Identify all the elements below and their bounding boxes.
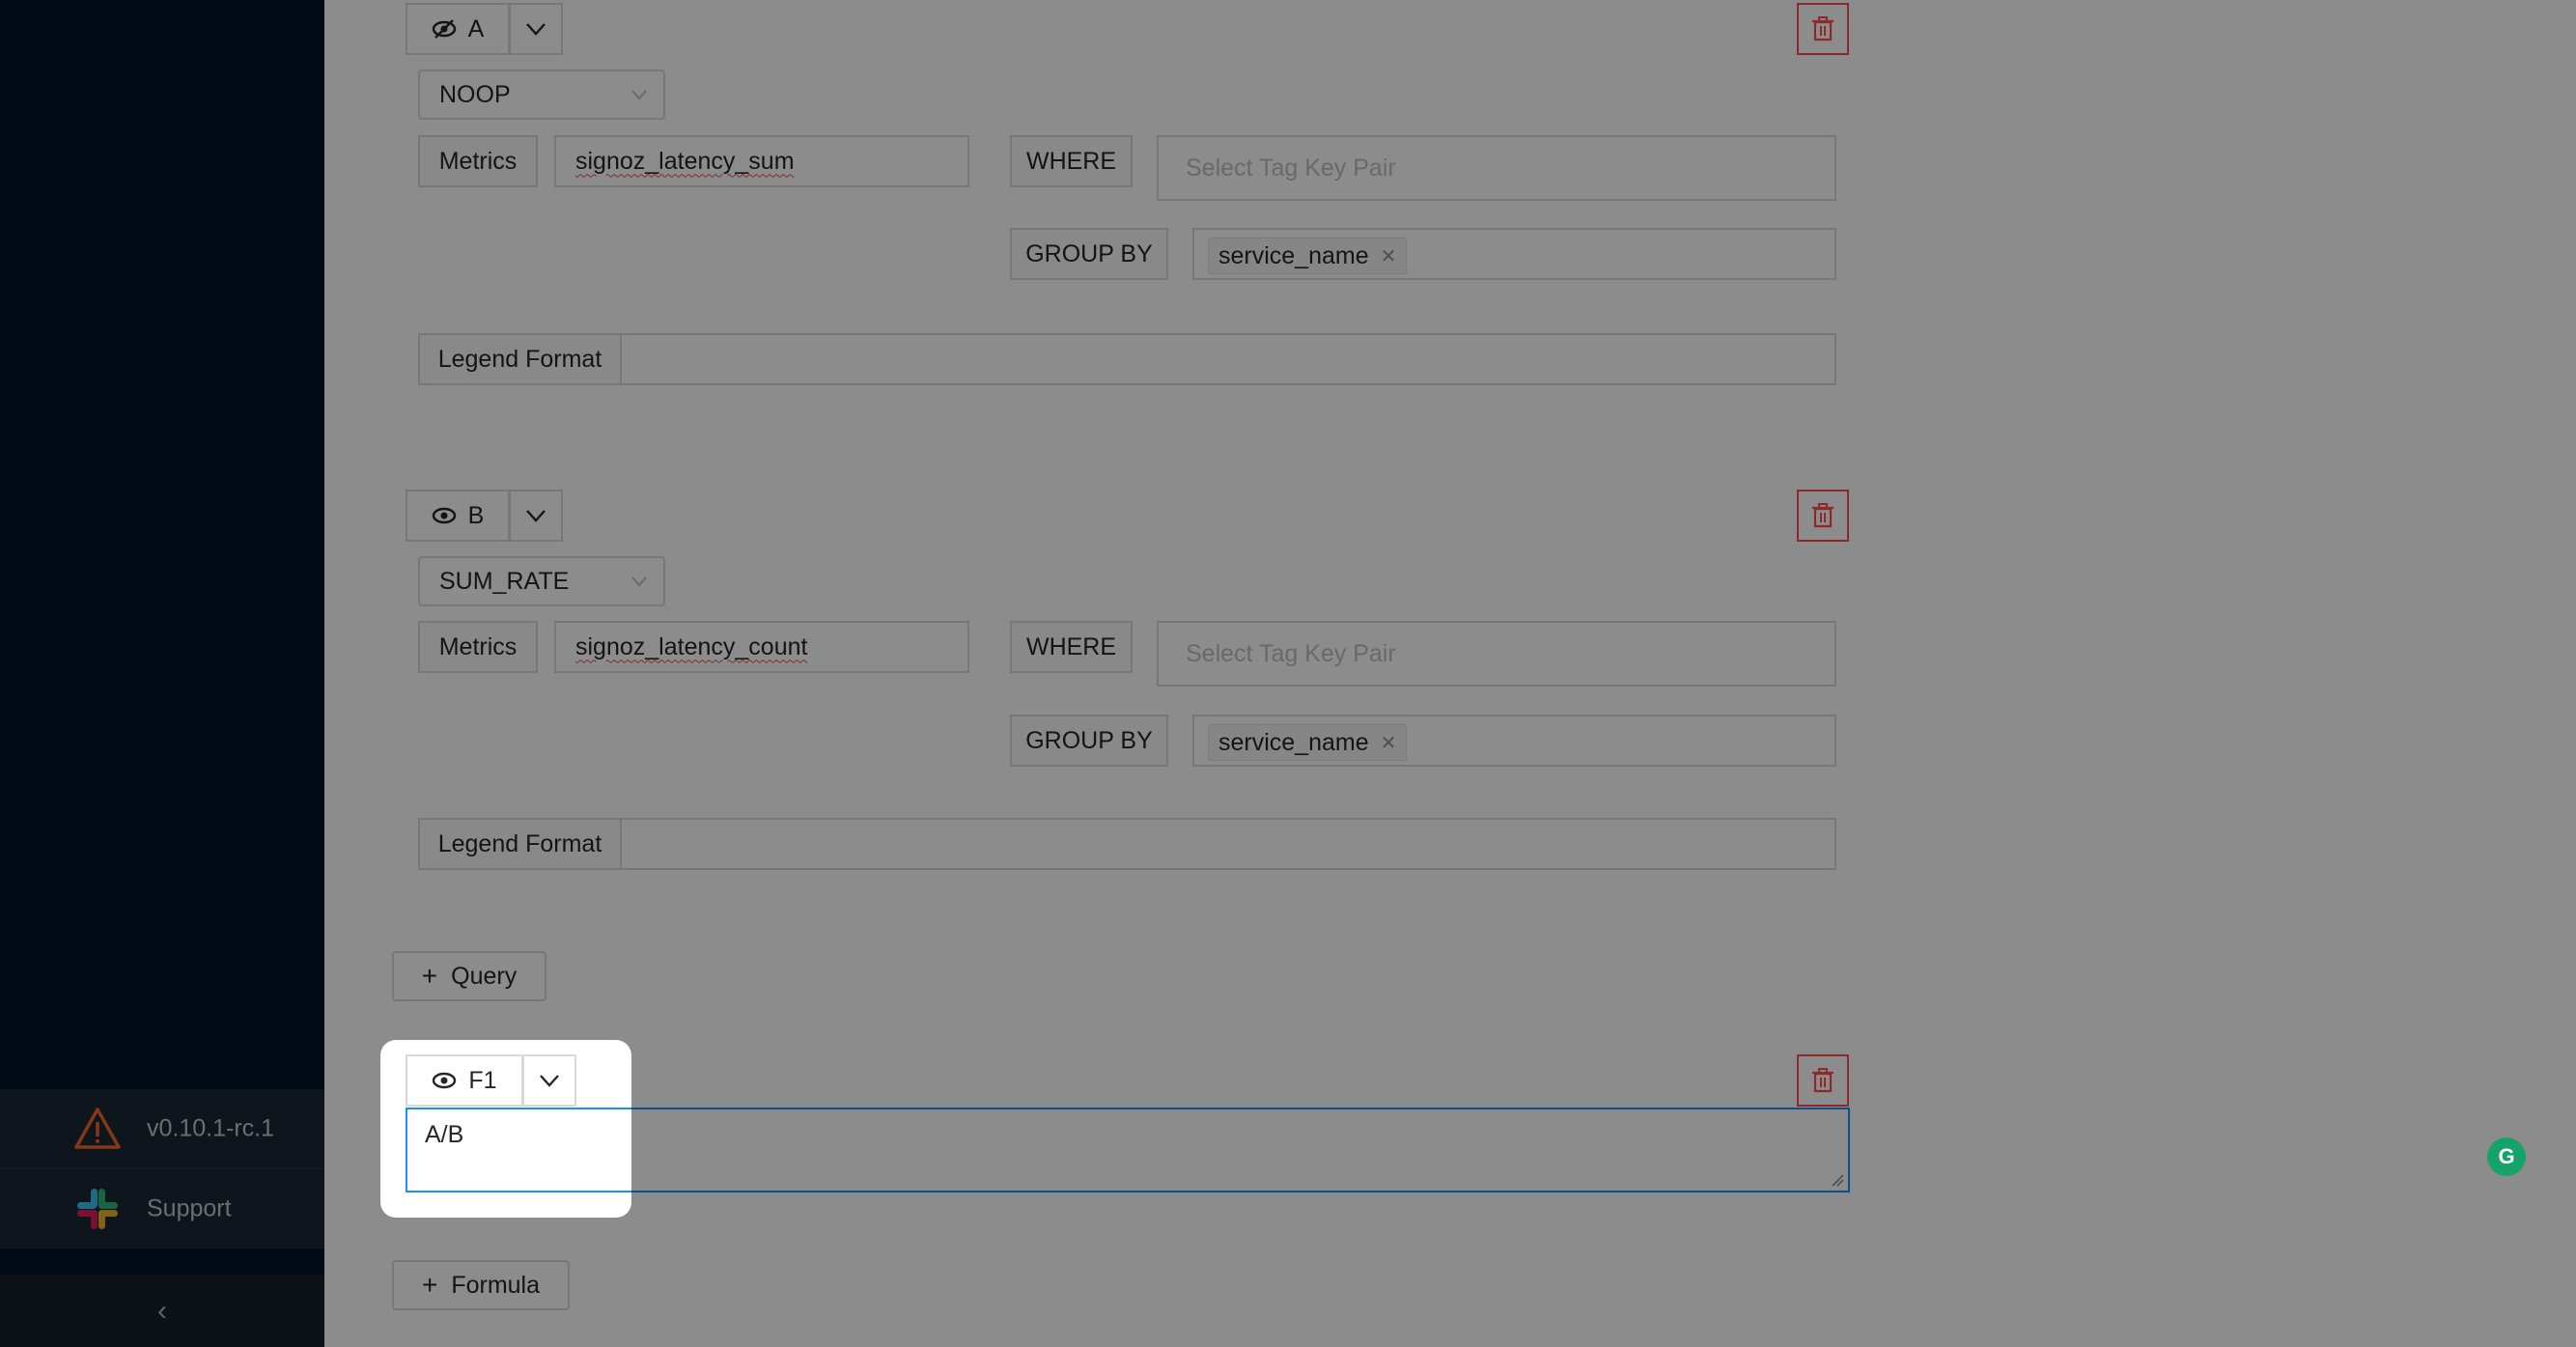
query-a-metric-value: signoz_latency_sum bbox=[575, 147, 795, 175]
chevron-left-icon: ‹ bbox=[157, 1294, 167, 1327]
plus-icon: + bbox=[421, 1270, 438, 1300]
chevron-down-icon bbox=[631, 90, 647, 100]
close-icon[interactable]: ✕ bbox=[1381, 244, 1397, 268]
query-b-group-by-label: GROUP BY bbox=[1010, 715, 1168, 767]
eye-off-icon bbox=[432, 19, 456, 39]
query-a-name: A bbox=[467, 14, 485, 42]
query-a-group-by-select[interactable]: service_name ✕ bbox=[1192, 228, 1836, 280]
query-a-where-label: WHERE bbox=[1010, 135, 1133, 187]
query-a-metric-input[interactable]: signoz_latency_sum bbox=[554, 135, 969, 187]
support-item[interactable]: Support bbox=[0, 1168, 324, 1249]
group-by-tag[interactable]: service_name ✕ bbox=[1208, 724, 1408, 761]
group-by-tag[interactable]: service_name ✕ bbox=[1208, 238, 1408, 274]
query-a-toggle-button[interactable]: A bbox=[406, 3, 510, 55]
trash-icon bbox=[1812, 16, 1834, 42]
query-a-legend-label: Legend Format bbox=[418, 333, 622, 385]
group-by-tag-label: service_name bbox=[1218, 728, 1369, 756]
formula-expand-button[interactable] bbox=[522, 1054, 576, 1107]
collapse-sidebar-button[interactable]: ‹ bbox=[0, 1275, 324, 1347]
chevron-down-icon bbox=[526, 510, 546, 522]
query-a-where-input[interactable]: Select Tag Key Pair bbox=[1157, 135, 1836, 201]
support-label: Support bbox=[147, 1194, 232, 1222]
query-b-where-input[interactable]: Select Tag Key Pair bbox=[1157, 621, 1836, 687]
query-b-name: B bbox=[467, 501, 485, 529]
plus-icon: + bbox=[421, 961, 438, 991]
where-label-text: WHERE bbox=[1025, 632, 1117, 660]
query-b-metric-input[interactable]: signoz_latency_count bbox=[554, 621, 969, 673]
slack-icon bbox=[77, 1189, 118, 1229]
close-icon[interactable]: ✕ bbox=[1381, 731, 1397, 755]
add-formula-button[interactable]: + Formula bbox=[392, 1260, 570, 1310]
query-a-expand-button[interactable] bbox=[509, 3, 563, 55]
query-a-aggregation-select[interactable]: NOOP bbox=[418, 70, 665, 120]
warning-icon bbox=[74, 1108, 121, 1149]
delete-formula-button[interactable] bbox=[1797, 1054, 1849, 1107]
chevron-down-icon bbox=[540, 1075, 559, 1087]
query-b-where-label: WHERE bbox=[1010, 621, 1133, 673]
metrics-label-text: Metrics bbox=[438, 632, 518, 660]
eye-icon bbox=[432, 507, 456, 524]
add-query-label: Query bbox=[451, 962, 518, 990]
query-a-legend-input[interactable] bbox=[620, 333, 1836, 385]
delete-query-a-button[interactable] bbox=[1797, 3, 1849, 55]
query-b-aggregation-value: SUM_RATE bbox=[439, 567, 570, 595]
query-b-legend-input[interactable] bbox=[620, 818, 1836, 870]
query-a-metrics-label: Metrics bbox=[418, 135, 538, 187]
group-by-label-text: GROUP BY bbox=[1025, 239, 1153, 267]
formula-toggle-button[interactable]: F1 bbox=[406, 1054, 523, 1107]
grammarly-icon[interactable]: G bbox=[2487, 1137, 2526, 1176]
query-b-legend-label: Legend Format bbox=[418, 818, 622, 870]
query-a-aggregation-value: NOOP bbox=[439, 80, 511, 108]
legend-label-text: Legend Format bbox=[437, 345, 602, 373]
add-formula-label: Formula bbox=[451, 1271, 541, 1299]
where-label-text: WHERE bbox=[1025, 147, 1117, 175]
query-b-toggle-button[interactable]: B bbox=[406, 490, 510, 542]
query-b-metrics-label: Metrics bbox=[418, 621, 538, 673]
query-b-where-placeholder: Select Tag Key Pair bbox=[1186, 639, 1396, 667]
add-query-button[interactable]: + Query bbox=[392, 951, 546, 1001]
query-a-where-placeholder: Select Tag Key Pair bbox=[1186, 154, 1396, 182]
formula-textarea[interactable]: A/B bbox=[406, 1108, 631, 1193]
delete-query-b-button[interactable] bbox=[1797, 490, 1849, 542]
metrics-label-text: Metrics bbox=[438, 147, 518, 175]
legend-label-text: Legend Format bbox=[437, 829, 602, 857]
query-b-group-by-select[interactable]: service_name ✕ bbox=[1192, 715, 1836, 767]
formula-expression: A/B bbox=[425, 1121, 464, 1148]
formula-name: F1 bbox=[468, 1066, 497, 1094]
sidebar: v0.10.1-rc.1 Support ‹ bbox=[0, 0, 324, 1347]
resize-handle-icon[interactable] bbox=[1831, 1173, 1844, 1187]
query-b-aggregation-select[interactable]: SUM_RATE bbox=[418, 556, 665, 606]
query-b-metric-value: signoz_latency_count bbox=[575, 632, 808, 660]
group-by-label-text: GROUP BY bbox=[1025, 726, 1153, 754]
version-item[interactable]: v0.10.1-rc.1 bbox=[0, 1089, 324, 1168]
query-a-group-by-label: GROUP BY bbox=[1010, 228, 1168, 280]
query-b-expand-button[interactable] bbox=[509, 490, 563, 542]
chevron-down-icon bbox=[526, 23, 546, 36]
trash-icon bbox=[1812, 1068, 1834, 1093]
chevron-down-icon bbox=[631, 576, 647, 587]
version-label: v0.10.1-rc.1 bbox=[147, 1114, 275, 1142]
trash-icon bbox=[1812, 503, 1834, 528]
group-by-tag-label: service_name bbox=[1218, 241, 1369, 269]
eye-icon bbox=[433, 1072, 457, 1089]
